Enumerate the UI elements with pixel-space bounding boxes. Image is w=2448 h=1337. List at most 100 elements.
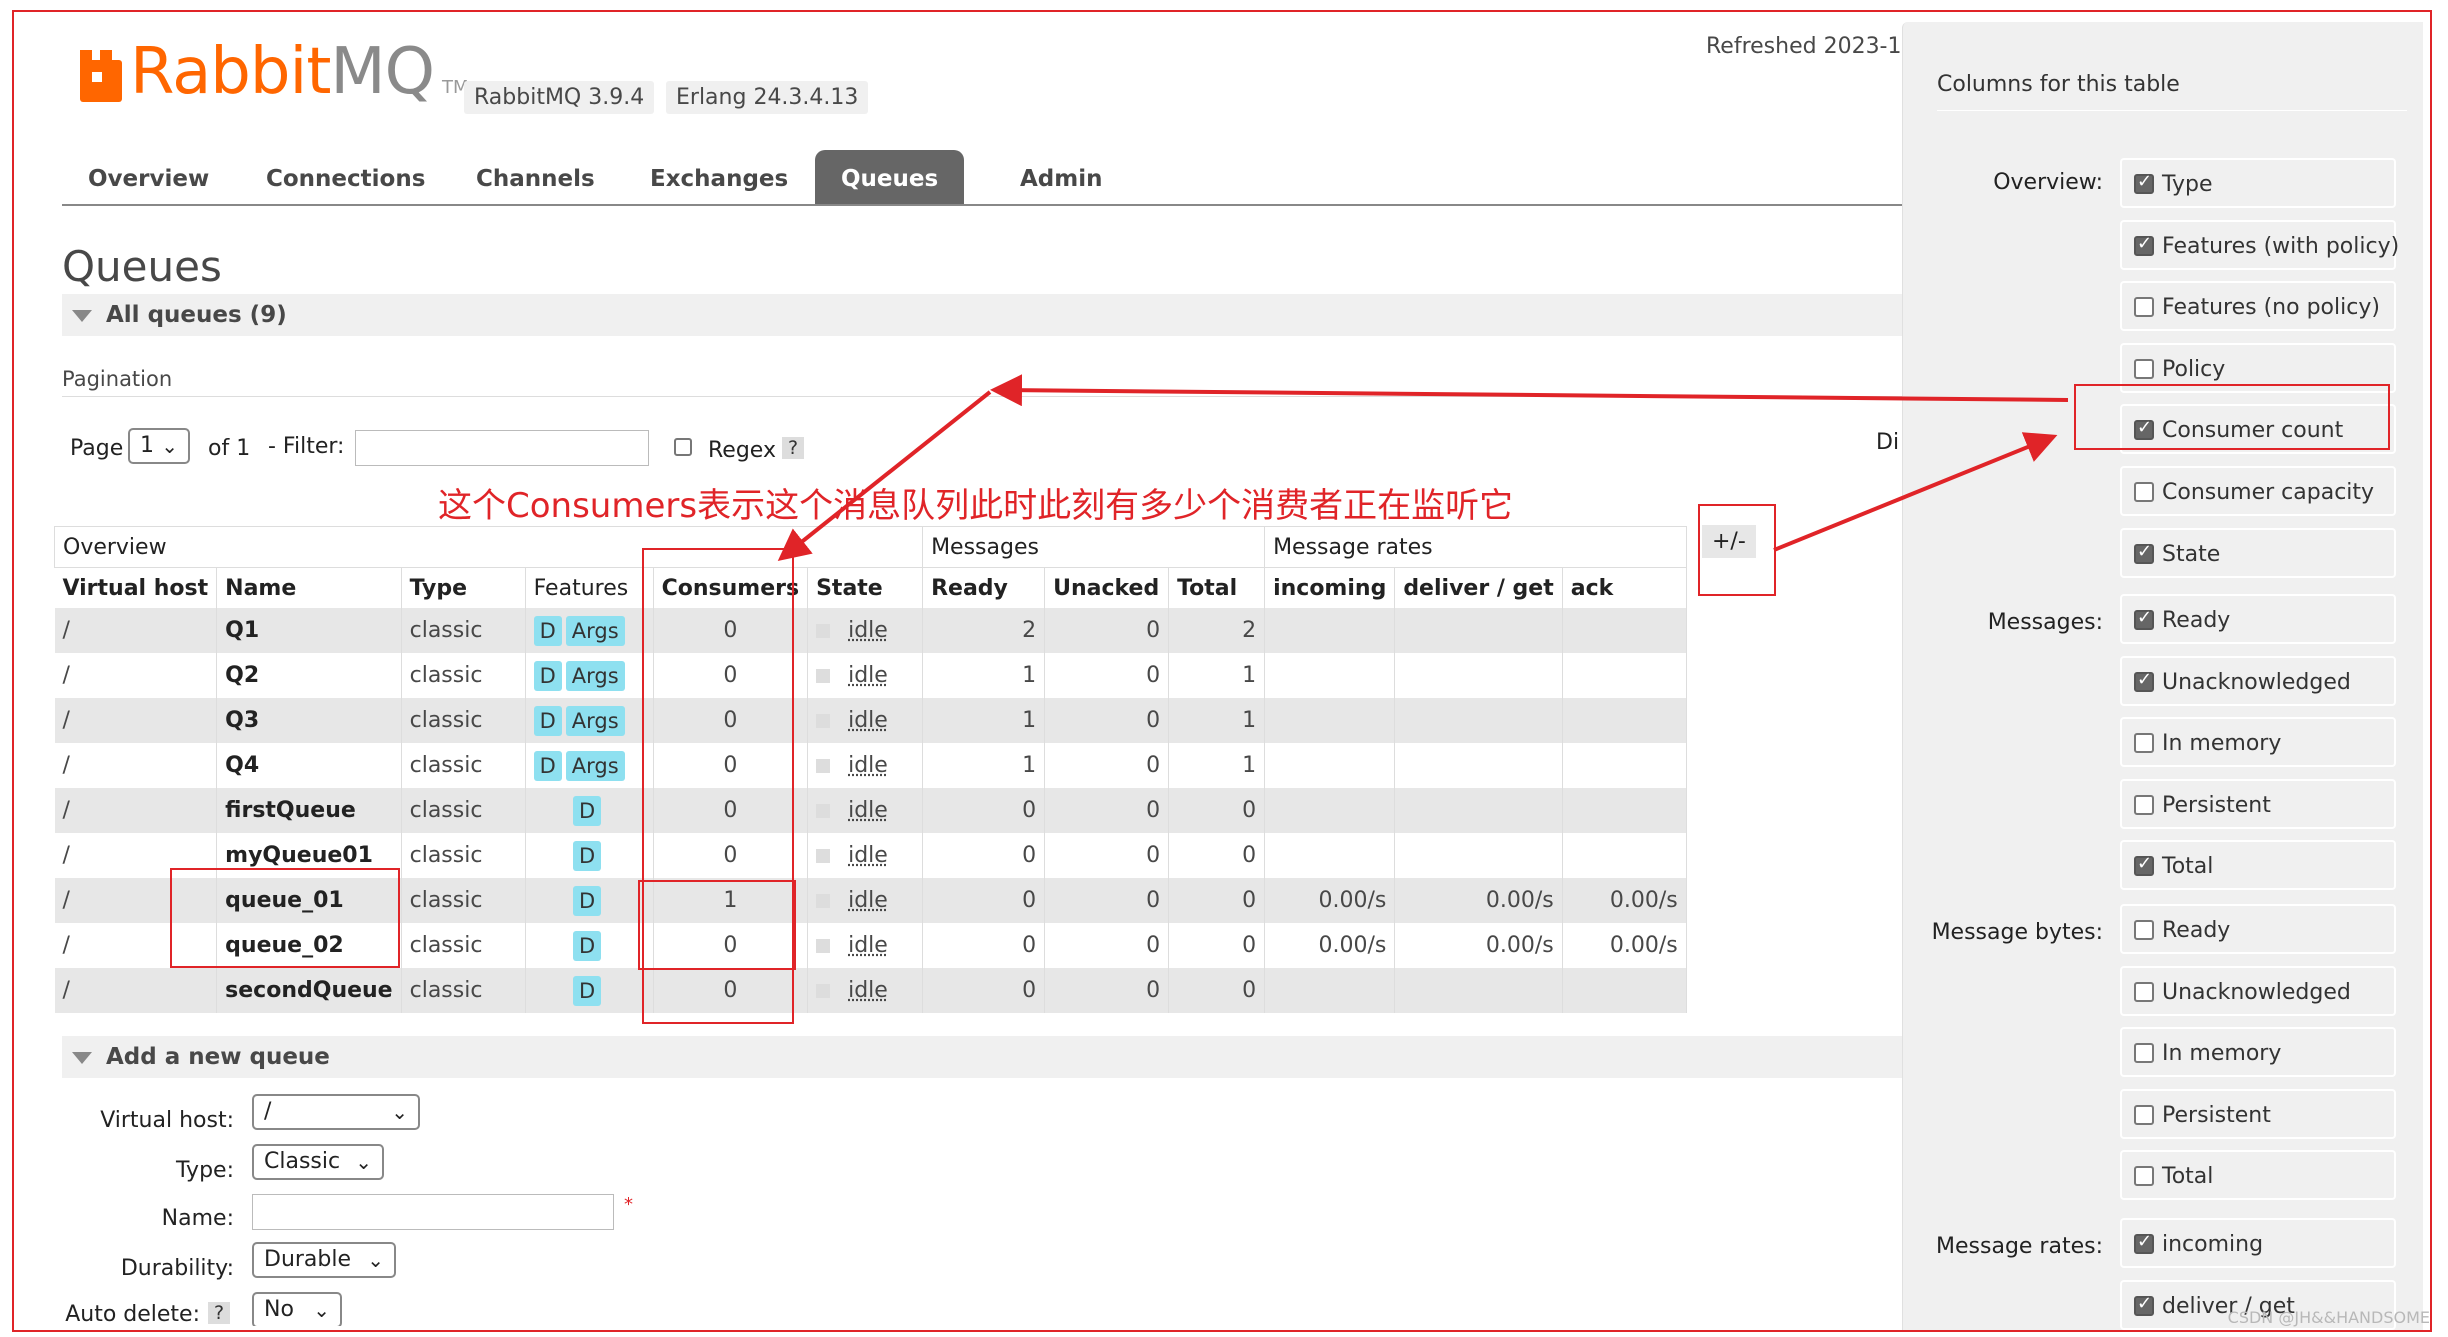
all-queues-toggle[interactable]: All queues (9) (62, 294, 1902, 336)
row-features: D (525, 923, 654, 968)
filter-input[interactable] (355, 430, 649, 466)
col-incoming[interactable]: incoming (1264, 567, 1396, 608)
checkbox-icon[interactable] (2134, 1166, 2154, 1187)
checkbox-icon[interactable] (2134, 794, 2154, 815)
rabbitmq-version: RabbitMQ 3.9.4 (464, 81, 655, 114)
checkbox-icon[interactable] (2134, 733, 2154, 754)
column-option-in-memory[interactable]: In memory (2120, 1027, 2396, 1078)
row-total: 0 (1168, 788, 1266, 833)
row-deliver-get (1394, 698, 1563, 743)
column-option-type[interactable]: Type (2120, 158, 2396, 208)
vhost-select[interactable]: / ⌄ (252, 1094, 420, 1130)
col-state[interactable]: State (807, 567, 924, 608)
row-queue-name-link[interactable]: firstQueue (216, 788, 402, 833)
row-unacked: 0 (1044, 743, 1170, 788)
regex-checkbox[interactable] (674, 438, 692, 456)
column-option-label: Total (2162, 854, 2214, 880)
row-vhost: / (54, 788, 218, 833)
group-message-rates: Message rates (1264, 526, 1687, 568)
row-deliver-get (1394, 653, 1563, 698)
col-unacked[interactable]: Unacked (1044, 567, 1170, 608)
autodelete-label: Auto delete: (65, 1302, 200, 1326)
column-option-features-with-policy[interactable]: Features (with policy) (2120, 219, 2399, 270)
row-queue-name-link[interactable]: Q2 (216, 653, 402, 698)
column-option-features-no-policy[interactable]: Features (no policy) (2120, 281, 2396, 332)
column-option-label: Unacknowledged (2162, 669, 2351, 695)
column-option-total[interactable]: Total (2120, 1150, 2396, 1201)
checkbox-icon[interactable] (2134, 669, 2154, 692)
checkbox-icon[interactable] (2134, 920, 2154, 940)
row-incoming (1264, 788, 1396, 833)
col-type[interactable]: Type (401, 567, 526, 608)
tab-overview[interactable]: Overview (62, 150, 235, 204)
regex-help-button[interactable]: ? (782, 437, 805, 459)
table-row[interactable]: / Q2 classic D Args 0 idle 1 0 1 (54, 653, 1687, 698)
column-option-label: Unacknowledged (2162, 979, 2351, 1005)
column-option-label: incoming (2162, 1232, 2264, 1257)
checkbox-icon[interactable] (2134, 1043, 2154, 1064)
row-ready: 0 (922, 788, 1046, 833)
col-deliver-get[interactable]: deliver / get (1394, 567, 1563, 608)
col-ready[interactable]: Ready (922, 567, 1046, 608)
column-option-in-memory[interactable]: In memory (2120, 717, 2396, 768)
durability-select[interactable]: Durable ⌄ (252, 1242, 396, 1278)
tab-admin[interactable]: Admin (994, 150, 1129, 204)
tab-exchanges[interactable]: Exchanges (624, 150, 814, 204)
autodelete-select[interactable]: No ⌄ (252, 1292, 342, 1326)
column-option-label: Ready (2162, 918, 2231, 943)
column-option-unacknowledged[interactable]: Unacknowledged (2120, 655, 2396, 706)
row-incoming: 0.00/s (1264, 878, 1396, 923)
checkbox-icon[interactable] (2134, 358, 2154, 379)
add-queue-toggle[interactable]: Add a new queue (62, 1036, 1902, 1078)
row-total: 0 (1168, 833, 1266, 878)
column-option-unacknowledged[interactable]: Unacknowledged (2120, 965, 2396, 1016)
row-queue-name-link[interactable]: Q3 (216, 698, 402, 743)
checkbox-icon[interactable] (2134, 853, 2154, 877)
col-total[interactable]: Total (1168, 567, 1266, 608)
type-select[interactable]: Classic ⌄ (252, 1144, 384, 1180)
page-select[interactable]: 1 ⌄ (128, 428, 190, 464)
column-option-persistent[interactable]: Persistent (2120, 1088, 2396, 1139)
column-option-state[interactable]: State (2120, 527, 2396, 578)
table-row[interactable]: / Q4 classic D Args 0 idle 1 0 1 (54, 743, 1687, 788)
row-total: 2 (1168, 608, 1266, 653)
column-option-ready[interactable]: Ready (2120, 904, 2396, 954)
checkbox-icon[interactable] (2134, 1104, 2154, 1125)
checkbox-icon[interactable] (2134, 1231, 2154, 1254)
column-option-persistent[interactable]: Persistent (2120, 778, 2396, 829)
tab-queues[interactable]: Queues (815, 150, 965, 204)
checkbox-icon[interactable] (2134, 297, 2154, 318)
col-name[interactable]: Name (216, 567, 402, 608)
col-virtual-host[interactable]: Virtual host (54, 567, 218, 608)
row-unacked: 0 (1044, 698, 1170, 743)
col-ack[interactable]: ack (1562, 567, 1687, 608)
queue-name-input[interactable] (252, 1194, 614, 1230)
row-queue-name-link[interactable]: Q1 (216, 608, 402, 653)
row-type: classic (401, 653, 526, 698)
row-state: idle (807, 653, 924, 698)
column-option-incoming[interactable]: incoming (2120, 1218, 2396, 1268)
tab-connections[interactable]: Connections (240, 150, 451, 204)
autodelete-help-button[interactable]: ? (208, 1302, 231, 1324)
state-indicator-icon (816, 894, 831, 908)
table-row[interactable]: / Q3 classic D Args 0 idle 1 0 1 (54, 698, 1687, 743)
row-queue-name-link[interactable]: Q4 (216, 743, 402, 788)
table-row[interactable]: / Q1 classic D Args 0 idle 2 0 2 (54, 608, 1687, 653)
checkbox-icon[interactable] (2134, 171, 2154, 194)
tab-channels[interactable]: Channels (450, 150, 621, 204)
row-queue-name-link[interactable]: secondQueue (216, 968, 402, 1013)
logo-rabbit-text: Rabbit (130, 35, 331, 109)
checkbox-icon[interactable] (2134, 1293, 2154, 1316)
checkbox-icon[interactable] (2134, 981, 2154, 1002)
column-option-ready[interactable]: Ready (2120, 594, 2396, 644)
checkbox-icon[interactable] (2134, 482, 2154, 502)
rabbitmq-logo[interactable]: RabbitMQ TM (80, 40, 469, 104)
column-option-label: In memory (2162, 731, 2282, 757)
checkbox-icon[interactable] (2134, 541, 2154, 564)
table-row[interactable]: / secondQueue classic D 0 idle 0 0 0 (54, 968, 1687, 1013)
table-row[interactable]: / firstQueue classic D 0 idle 0 0 0 (54, 788, 1687, 833)
column-option-consumer-capacity[interactable]: Consumer capacity (2120, 466, 2396, 516)
checkbox-icon[interactable] (2134, 233, 2154, 256)
checkbox-icon[interactable] (2134, 607, 2154, 630)
column-option-total[interactable]: Total (2120, 840, 2396, 891)
